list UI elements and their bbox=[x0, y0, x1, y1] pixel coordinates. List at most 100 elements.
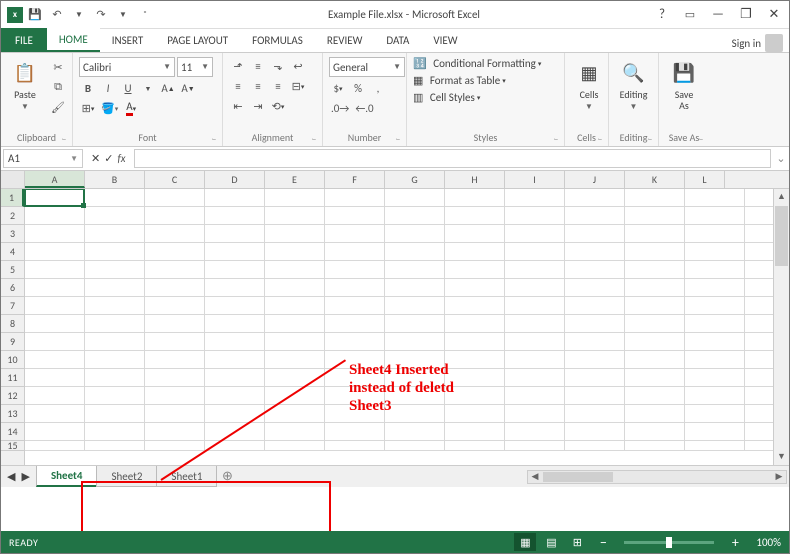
editing-button[interactable]: 🔍 Editing ▼ bbox=[615, 57, 652, 114]
italic-button[interactable]: I bbox=[99, 79, 117, 97]
tab-data[interactable]: DATA bbox=[374, 28, 421, 52]
row-header[interactable]: 9 bbox=[1, 333, 24, 351]
chevron-down-icon[interactable]: ▼ bbox=[69, 5, 89, 25]
save-as-button[interactable]: 💾 Save As bbox=[665, 57, 703, 113]
cells-canvas[interactable] bbox=[25, 189, 773, 465]
vertical-scrollbar[interactable]: ▲ ▼ bbox=[773, 189, 789, 465]
redo-button[interactable]: ↷ bbox=[91, 5, 111, 25]
sheet-tab-sheet2[interactable]: Sheet2 bbox=[96, 466, 157, 487]
row-header[interactable]: 6 bbox=[1, 279, 24, 297]
row-header[interactable]: 13 bbox=[1, 405, 24, 423]
minimize-button[interactable]: — bbox=[707, 4, 729, 26]
column-header[interactable]: F bbox=[325, 171, 385, 188]
row-header[interactable]: 5 bbox=[1, 261, 24, 279]
column-header[interactable]: B bbox=[85, 171, 145, 188]
cancel-formula-icon[interactable]: ✕ bbox=[91, 152, 100, 165]
close-button[interactable]: ✕ bbox=[763, 4, 785, 26]
tab-review[interactable]: REVIEW bbox=[315, 28, 375, 52]
cell-styles-button[interactable]: ▥ Cell Styles▾ bbox=[413, 91, 541, 104]
save-button[interactable]: 💾 bbox=[25, 5, 45, 25]
bold-button[interactable]: B bbox=[79, 79, 97, 97]
normal-view-button[interactable]: ▦ bbox=[514, 533, 536, 551]
sheet-tab-sheet4[interactable]: Sheet4 bbox=[36, 466, 98, 487]
qat-customize[interactable]: ⁼ bbox=[135, 5, 155, 25]
increase-indent-button[interactable]: ⇥ bbox=[249, 97, 267, 115]
decrease-indent-button[interactable]: ⇤ bbox=[229, 97, 247, 115]
sign-in-link[interactable]: Sign in bbox=[732, 34, 789, 52]
column-header[interactable]: J bbox=[565, 171, 625, 188]
row-header[interactable]: 2 bbox=[1, 207, 24, 225]
column-header[interactable]: I bbox=[505, 171, 565, 188]
scroll-up-icon[interactable]: ▲ bbox=[774, 189, 789, 205]
align-middle-button[interactable]: ≡ bbox=[249, 57, 267, 75]
scroll-right-icon[interactable]: ▶ bbox=[772, 471, 786, 482]
font-color-button[interactable]: A▾ bbox=[122, 99, 140, 117]
tab-prev-icon[interactable]: ◀ bbox=[7, 470, 15, 483]
borders-button[interactable]: ⊞▾ bbox=[79, 99, 97, 117]
expand-formula-bar[interactable]: ⌄ bbox=[773, 147, 789, 170]
tab-formulas[interactable]: FORMULAS bbox=[240, 28, 315, 52]
scroll-thumb[interactable] bbox=[543, 472, 613, 482]
help-button[interactable]: ? bbox=[651, 4, 673, 26]
align-bottom-button[interactable]: ⬎ bbox=[269, 57, 287, 75]
tab-page-layout[interactable]: PAGE LAYOUT bbox=[155, 28, 240, 52]
restore-button[interactable]: ❐ bbox=[735, 4, 757, 26]
comma-button[interactable]: , bbox=[369, 79, 387, 97]
scroll-thumb[interactable] bbox=[775, 206, 788, 266]
conditional-formatting-button[interactable]: 🔢 Conditional Formatting▾ bbox=[413, 57, 541, 70]
chevron-down-icon[interactable]: ▼ bbox=[139, 79, 157, 97]
column-header[interactable]: E bbox=[265, 171, 325, 188]
undo-button[interactable]: ↶ bbox=[47, 5, 67, 25]
column-header[interactable]: L bbox=[685, 171, 725, 188]
tab-file[interactable]: FILE bbox=[1, 28, 47, 52]
scroll-down-icon[interactable]: ▼ bbox=[774, 449, 789, 465]
fx-icon[interactable]: fx bbox=[117, 152, 125, 165]
merge-button[interactable]: ⊟▾ bbox=[289, 77, 307, 95]
zoom-slider[interactable] bbox=[624, 541, 714, 544]
row-header[interactable]: 1 bbox=[1, 189, 24, 207]
row-header[interactable]: 12 bbox=[1, 387, 24, 405]
format-painter-button[interactable]: 🖌 bbox=[49, 97, 67, 117]
align-left-button[interactable]: ≡ bbox=[229, 77, 247, 95]
increase-font-button[interactable]: A▲ bbox=[159, 79, 177, 97]
row-header[interactable]: 7 bbox=[1, 297, 24, 315]
row-header[interactable]: 11 bbox=[1, 369, 24, 387]
new-sheet-button[interactable]: ⊕ bbox=[216, 466, 238, 487]
column-header[interactable]: A bbox=[25, 171, 85, 188]
zoom-out-button[interactable]: − bbox=[592, 533, 614, 551]
copy-button[interactable]: ⧉ bbox=[49, 77, 67, 97]
name-box[interactable]: A1▼ bbox=[3, 149, 83, 168]
underline-button[interactable]: U bbox=[119, 79, 137, 97]
zoom-in-button[interactable]: + bbox=[724, 533, 746, 551]
font-name-combo[interactable]: Calibri▼ bbox=[79, 57, 175, 77]
cut-button[interactable]: ✂ bbox=[49, 57, 67, 77]
row-header[interactable]: 4 bbox=[1, 243, 24, 261]
chevron-down-icon[interactable]: ▼ bbox=[113, 5, 133, 25]
paste-button[interactable]: 📋 Paste ▼ bbox=[7, 57, 43, 114]
orientation-button[interactable]: ⟲▾ bbox=[269, 97, 287, 115]
tab-insert[interactable]: INSERT bbox=[100, 28, 156, 52]
percent-button[interactable]: % bbox=[349, 79, 367, 97]
fill-color-button[interactable]: 🪣▾ bbox=[99, 99, 120, 117]
ribbon-options-button[interactable]: ▭ bbox=[679, 4, 701, 26]
horizontal-scrollbar[interactable]: ◀▶ bbox=[527, 470, 787, 484]
number-format-combo[interactable]: General▼ bbox=[329, 57, 405, 77]
row-header[interactable]: 10 bbox=[1, 351, 24, 369]
font-size-combo[interactable]: 11▼ bbox=[177, 57, 213, 77]
row-header[interactable]: 3 bbox=[1, 225, 24, 243]
zoom-level[interactable]: 100% bbox=[756, 536, 781, 549]
page-break-view-button[interactable]: ⊞ bbox=[566, 533, 588, 551]
tab-nav[interactable]: ◀▶ bbox=[1, 466, 36, 487]
align-center-button[interactable]: ≡ bbox=[249, 77, 267, 95]
column-header[interactable]: H bbox=[445, 171, 505, 188]
formula-input[interactable] bbox=[134, 149, 771, 168]
currency-button[interactable]: $▾ bbox=[329, 79, 347, 97]
cells-button[interactable]: ▦ Cells ▼ bbox=[571, 57, 607, 114]
scroll-left-icon[interactable]: ◀ bbox=[528, 471, 542, 482]
column-header[interactable]: G bbox=[385, 171, 445, 188]
column-header[interactable]: D bbox=[205, 171, 265, 188]
decrease-font-button[interactable]: A▼ bbox=[179, 79, 197, 97]
align-right-button[interactable]: ≡ bbox=[269, 77, 287, 95]
page-layout-view-button[interactable]: ▤ bbox=[540, 533, 562, 551]
wrap-text-button[interactable]: ↩ bbox=[289, 57, 307, 75]
